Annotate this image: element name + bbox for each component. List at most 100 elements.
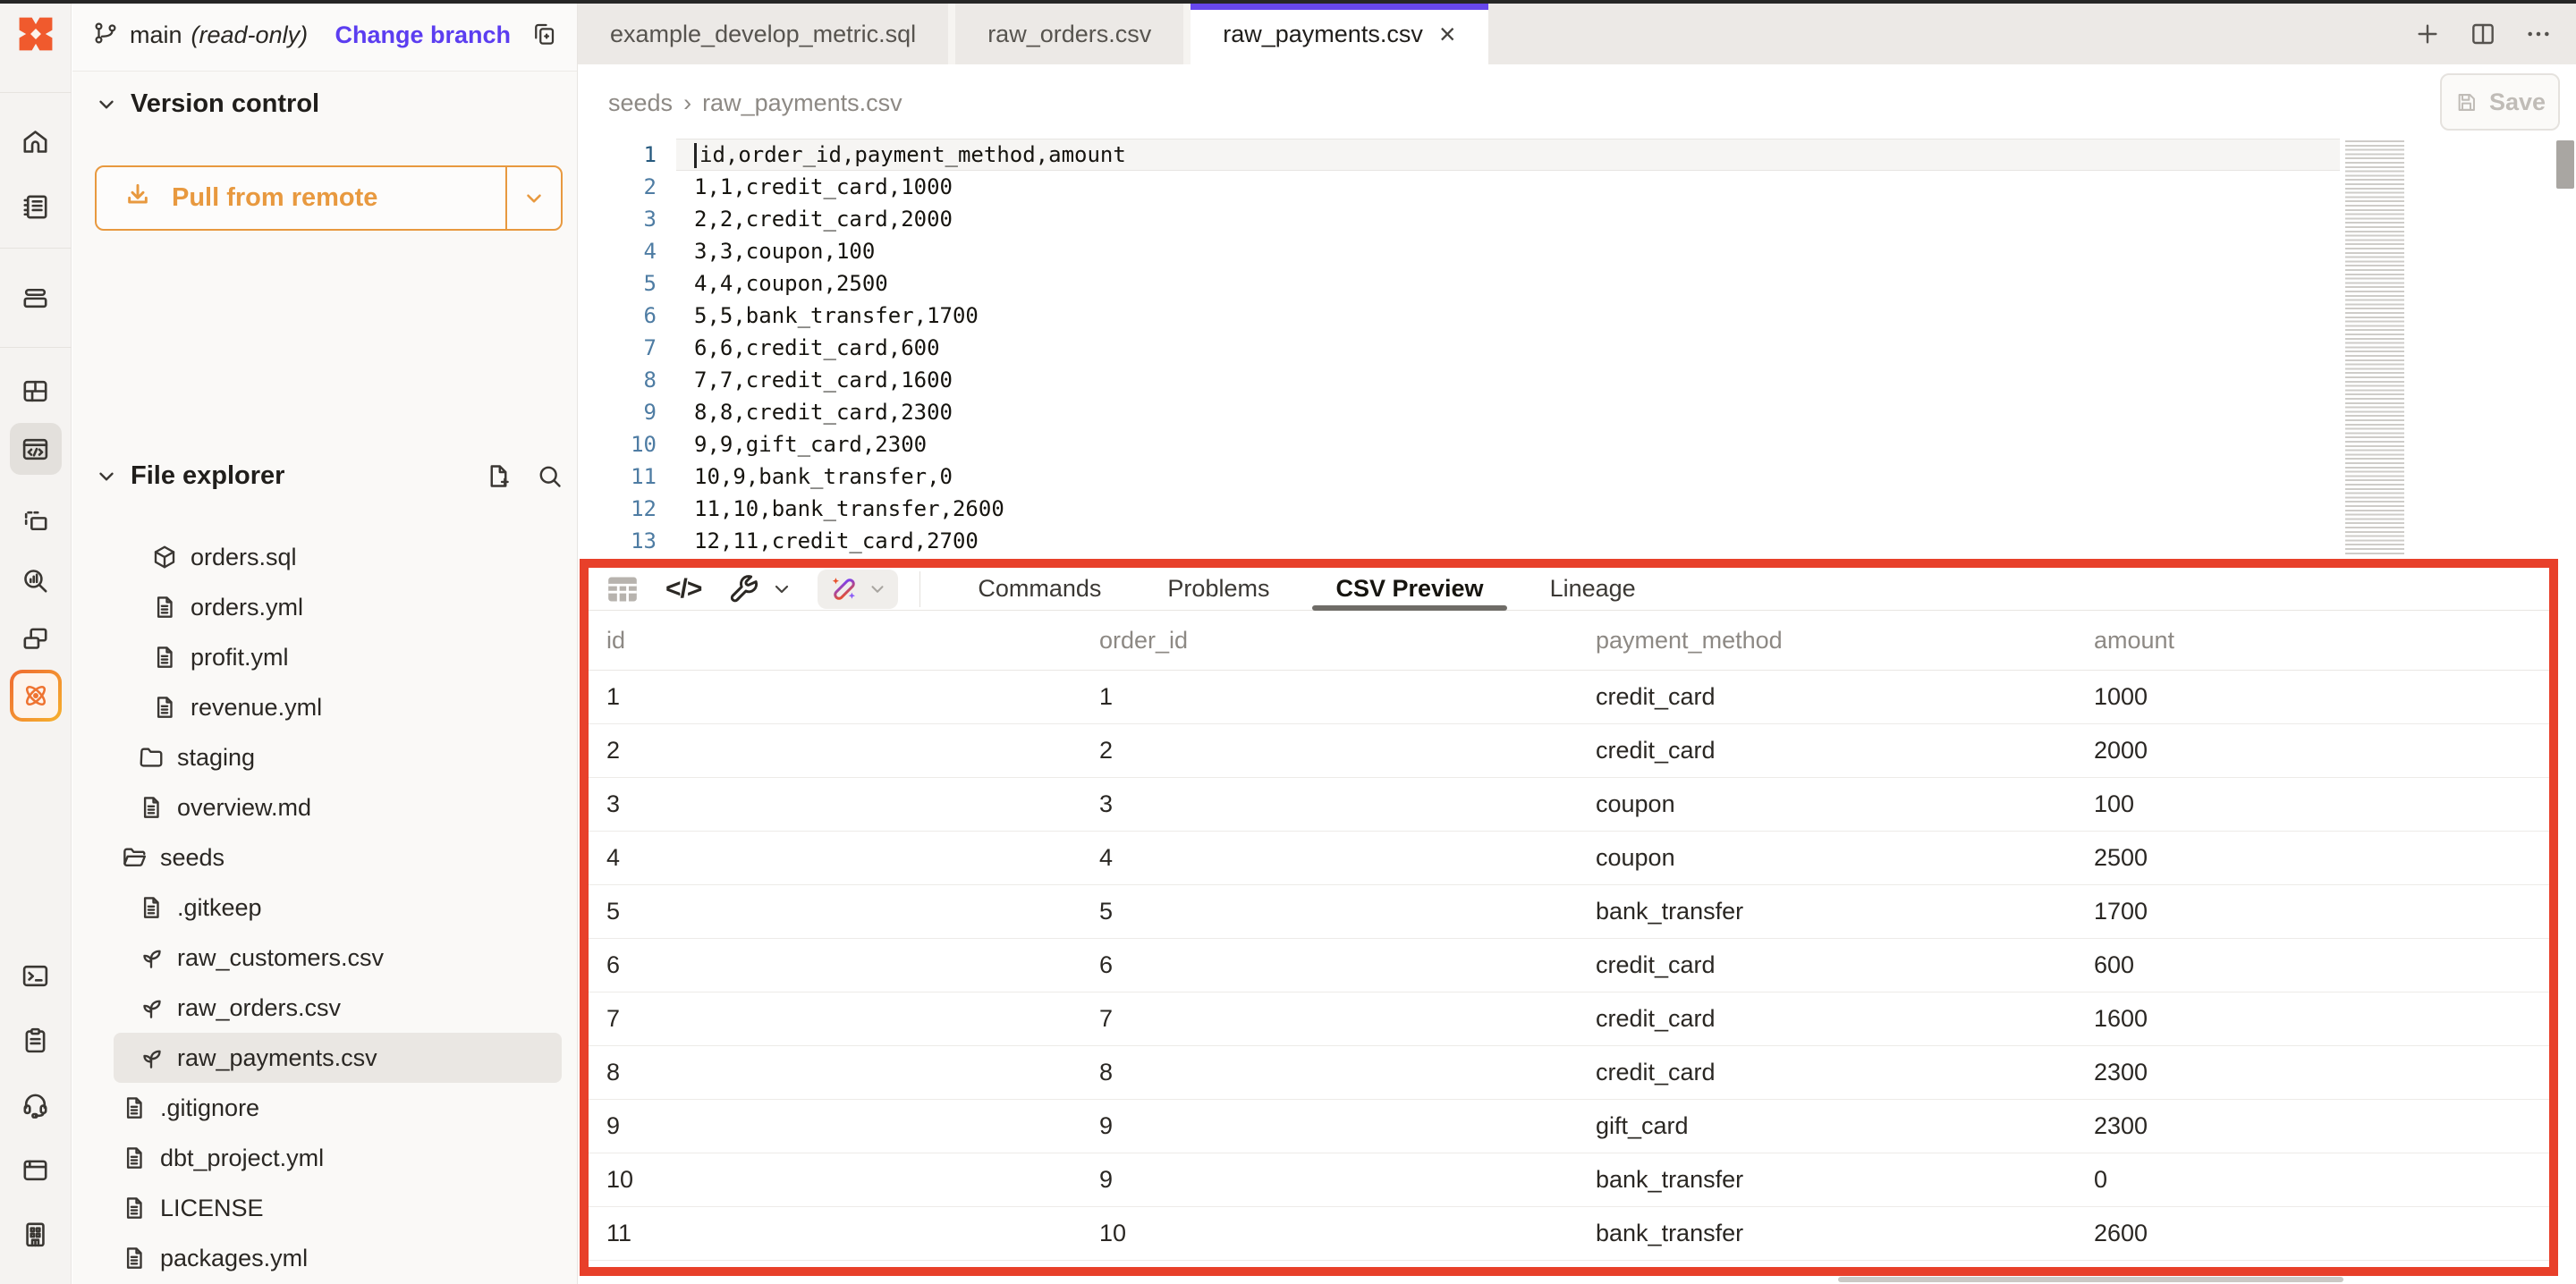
table-cell: 2300 bbox=[2094, 1059, 2549, 1086]
file-item-staging[interactable]: staging bbox=[114, 732, 562, 782]
editor-tab-raw-orders-csv[interactable]: raw_orders.csv bbox=[948, 4, 1183, 64]
results-table-button[interactable] bbox=[605, 572, 640, 606]
branch-bar: main (read-only) Change branch bbox=[72, 0, 577, 72]
code-line: 43,3,coupon,100 bbox=[578, 235, 2576, 267]
file-item-profit-yml[interactable]: profit.yml bbox=[114, 632, 562, 682]
rail-item-headset[interactable] bbox=[10, 1077, 62, 1129]
file-item-seeds[interactable]: seeds bbox=[114, 832, 562, 883]
table-cell: 2500 bbox=[2094, 844, 2549, 872]
table-row: 33coupon100 bbox=[589, 778, 2549, 832]
file-item-revenue-yml[interactable]: revenue.yml bbox=[114, 682, 562, 732]
file-item-dbt-project-yml[interactable]: dbt_project.yml bbox=[114, 1133, 562, 1183]
rail-item-layout[interactable] bbox=[10, 365, 62, 417]
pull-options-dropdown[interactable] bbox=[505, 167, 561, 229]
file-name: .gitkeep bbox=[177, 894, 262, 922]
rail-item-stack[interactable] bbox=[10, 271, 62, 323]
copilot-wand-icon bbox=[828, 573, 860, 605]
file-icon bbox=[151, 644, 178, 671]
code-line: 5 4,4,coupon,2500 bbox=[578, 267, 2576, 300]
file-icon bbox=[138, 894, 165, 921]
line-number: 7 bbox=[578, 335, 657, 360]
file-item-raw-orders-csv[interactable]: raw_orders.csv bbox=[114, 983, 562, 1033]
copy-branch-button[interactable] bbox=[530, 21, 557, 50]
file-item-raw-customers-csv[interactable]: raw_customers.csv bbox=[114, 933, 562, 983]
code-text-area[interactable]: 1id,order_id,payment_method,amount21,1,c… bbox=[578, 139, 2576, 557]
breadcrumb-segment: seeds bbox=[608, 89, 673, 117]
table-cell: 8 bbox=[606, 1059, 1099, 1086]
file-icon bbox=[121, 1195, 148, 1221]
frame-icon bbox=[21, 507, 50, 536]
window-top-edge bbox=[0, 0, 2576, 4]
rail-item-code-window[interactable] bbox=[10, 423, 62, 475]
pull-from-remote-button[interactable]: Pull from remote bbox=[95, 165, 563, 231]
code-line: 109,9,gift_card,2300 bbox=[578, 428, 2576, 460]
file-item-license[interactable]: LICENSE bbox=[114, 1183, 562, 1233]
rail-item-browser[interactable] bbox=[10, 1144, 62, 1195]
horizontal-scrollbar-thumb[interactable] bbox=[1838, 1277, 2343, 1282]
search-files-button[interactable] bbox=[536, 462, 564, 490]
editor-tab-example-develop-metric-sql[interactable]: example_develop_metric.sql bbox=[578, 4, 948, 64]
build-tools-dropdown[interactable] bbox=[771, 579, 792, 600]
breadcrumb-separator: › bbox=[683, 89, 691, 117]
chevron-down-icon bbox=[771, 579, 792, 600]
text-cursor bbox=[694, 143, 697, 168]
breadcrumb-segment: raw_payments.csv bbox=[702, 89, 902, 117]
column-header-order_id: order_id bbox=[1099, 627, 1596, 655]
line-number: 5 bbox=[578, 271, 657, 296]
pull-from-remote-label: Pull from remote bbox=[172, 183, 377, 213]
minimap[interactable] bbox=[2345, 140, 2404, 554]
close-icon[interactable]: × bbox=[1439, 20, 1456, 48]
rail-item-chart-search[interactable] bbox=[10, 554, 62, 606]
rail-item-atom[interactable] bbox=[10, 670, 62, 722]
table-cell: gift_card bbox=[1596, 1112, 2094, 1140]
save-button[interactable]: Save bbox=[2440, 73, 2560, 131]
table-cell: credit_card bbox=[1596, 737, 2094, 764]
rail-item-building[interactable] bbox=[10, 1208, 62, 1260]
editor-tab-raw-payments-csv[interactable]: raw_payments.csv × bbox=[1183, 4, 1487, 64]
file-item-packages-yml[interactable]: packages.yml bbox=[114, 1233, 562, 1283]
table-cell: 1 bbox=[606, 683, 1099, 711]
rail-item-home[interactable] bbox=[10, 115, 62, 167]
rail-item-frame[interactable] bbox=[10, 495, 62, 547]
rail-item-terminal[interactable] bbox=[10, 950, 62, 1001]
panel-tab-problems[interactable]: Problems bbox=[1140, 568, 1296, 610]
file-item--gitignore[interactable]: .gitignore bbox=[114, 1083, 562, 1133]
editor-scrollbar-thumb[interactable] bbox=[2556, 140, 2574, 189]
file-tree: orders.sqlorders.ymlprofit.ymlrevenue.ym… bbox=[72, 532, 562, 1283]
compiled-code-button[interactable]: </> bbox=[665, 574, 701, 604]
file-explorer-header[interactable]: File explorer bbox=[95, 461, 564, 491]
rail-item-windows[interactable] bbox=[10, 612, 62, 663]
file-item-orders-sql[interactable]: orders.sql bbox=[114, 532, 562, 582]
table-cell: 2000 bbox=[2094, 737, 2549, 764]
headset-icon bbox=[21, 1089, 50, 1119]
change-branch-link[interactable]: Change branch bbox=[335, 21, 511, 49]
table-row: 55bank_transfer1700 bbox=[589, 885, 2549, 939]
more-options-button[interactable] bbox=[2524, 20, 2553, 48]
panel-tab-lineage[interactable]: Lineage bbox=[1523, 568, 1663, 610]
table-cell: 7 bbox=[606, 1005, 1099, 1033]
new-tab-button[interactable] bbox=[2413, 20, 2442, 48]
split-editor-button[interactable] bbox=[2469, 20, 2497, 48]
build-tools-button[interactable] bbox=[726, 572, 762, 606]
file-name: staging bbox=[177, 744, 255, 772]
file-name: packages.yml bbox=[160, 1245, 308, 1272]
stack-icon bbox=[21, 283, 50, 312]
code-editor: seeds › raw_payments.csv Save 1id,order_id… bbox=[578, 64, 2576, 559]
rail-item-clipboard[interactable] bbox=[10, 1014, 62, 1066]
line-text: 8,8,credit_card,2300 bbox=[694, 400, 953, 425]
file-item-orders-yml[interactable]: orders.yml bbox=[114, 582, 562, 632]
line-text: 4,4,coupon,2500 bbox=[694, 271, 888, 296]
new-file-button[interactable] bbox=[485, 462, 513, 490]
panel-tab-csv-preview[interactable]: CSV Preview bbox=[1309, 568, 1510, 610]
rail-item-notebook[interactable] bbox=[10, 181, 62, 232]
file-item-raw-payments-csv[interactable]: raw_payments.csv bbox=[114, 1033, 562, 1083]
copilot-button[interactable] bbox=[818, 570, 898, 609]
line-number: 9 bbox=[578, 400, 657, 425]
file-item-overview-md[interactable]: overview.md bbox=[114, 782, 562, 832]
panel-tab-commands[interactable]: Commands bbox=[951, 568, 1128, 610]
table-cell: 4 bbox=[1099, 844, 1596, 872]
version-control-header[interactable]: Version control bbox=[95, 89, 319, 119]
file-item--gitkeep[interactable]: .gitkeep bbox=[114, 883, 562, 933]
seed-icon bbox=[138, 1044, 165, 1071]
tab-label: raw_payments.csv bbox=[1223, 21, 1423, 48]
